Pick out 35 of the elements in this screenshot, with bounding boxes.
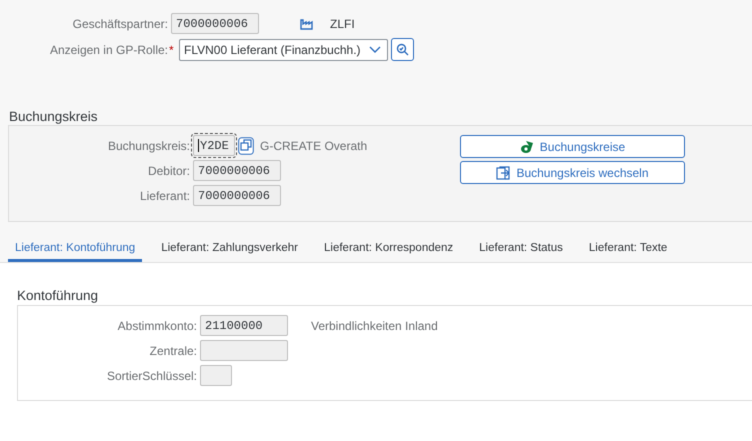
search-button[interactable] xyxy=(391,38,414,61)
field-label: Abstimmkonto: xyxy=(116,318,197,332)
search-icon xyxy=(396,43,409,56)
input-field[interactable]: 21100000 xyxy=(200,315,288,336)
role-code: ZLFI xyxy=(330,16,355,30)
field-label: Debitor: xyxy=(146,164,190,178)
factory-icon[interactable] xyxy=(300,18,314,30)
field-label: Anzeigen in GP-Rolle: xyxy=(48,42,168,56)
field-description: Verbindlichkeiten Inland xyxy=(311,318,438,332)
switch-icon xyxy=(496,166,510,180)
action-button[interactable]: Buchungskreis wechseln xyxy=(460,161,685,184)
tab[interactable]: Lieferant: Texte xyxy=(582,237,674,262)
tab[interactable]: Lieferant: Status xyxy=(472,237,570,262)
partner-field[interactable]: 7000000006 xyxy=(171,13,259,34)
field-label: Buchungskreis: xyxy=(106,138,190,152)
input-field[interactable]: 7000000006 xyxy=(193,185,281,206)
action-button[interactable]: Buchungskreise xyxy=(460,135,685,158)
input-field[interactable]: Y2DE xyxy=(193,135,235,156)
section-title: Kontoführung xyxy=(17,288,100,303)
chevron-down-icon xyxy=(369,46,381,54)
input-field[interactable] xyxy=(200,365,232,386)
field-description: G-CREATE Overath xyxy=(260,138,368,152)
field-label: Lieferant: xyxy=(138,188,190,202)
field-label: Zentrale: xyxy=(148,344,197,358)
section-title: Buchungskreis xyxy=(9,109,99,124)
tab[interactable]: Lieferant: Korrespondenz xyxy=(317,237,460,262)
field-label: Geschäftspartner: xyxy=(72,16,168,30)
copy-icon[interactable] xyxy=(238,136,254,154)
required-asterisk: * xyxy=(169,42,175,56)
tab[interactable]: Lieferant: Zahlungsverkehr xyxy=(154,237,306,262)
input-field[interactable]: 7000000006 xyxy=(193,160,281,181)
coins-icon xyxy=(520,140,534,154)
role-dropdown[interactable]: FLVN00 Lieferant (Finanzbuchh.) xyxy=(179,38,388,60)
input-field[interactable] xyxy=(200,340,288,361)
field-label: SortierSchlüssel: xyxy=(106,368,197,382)
